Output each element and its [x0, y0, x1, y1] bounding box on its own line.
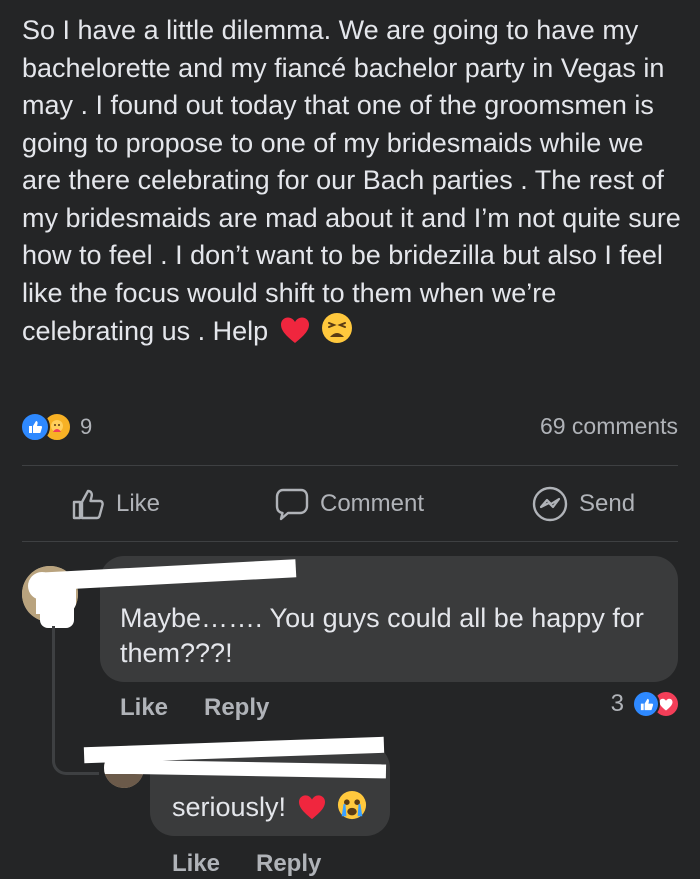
- like-button[interactable]: Like: [70, 480, 160, 528]
- post-action-bar: Like Comment Send: [0, 480, 700, 528]
- crying-face-icon: [337, 790, 367, 829]
- reply-text-row: seriously!: [172, 790, 367, 829]
- reaction-count: 9: [80, 414, 93, 439]
- redacted-avatar-mark: [40, 580, 74, 628]
- divider-bottom: [22, 541, 678, 542]
- reaction-summary[interactable]: 9: [20, 412, 92, 442]
- reply-text: seriously!: [172, 792, 287, 822]
- like-icon: [632, 690, 660, 718]
- red-heart-icon: [298, 794, 326, 829]
- comment-like-button[interactable]: Like: [120, 694, 168, 722]
- comments-count[interactable]: 69 comments: [540, 413, 678, 440]
- comment-reaction-count: 3: [610, 690, 624, 717]
- red-heart-icon: [280, 316, 310, 355]
- send-button-label: Send: [579, 490, 636, 517]
- post-text: So I have a little dilemma. We are going…: [22, 12, 687, 355]
- post-body: So I have a little dilemma. We are going…: [22, 15, 681, 346]
- messenger-icon: [532, 486, 568, 522]
- thumbs-up-icon: [72, 489, 104, 520]
- reply-like-button[interactable]: Like: [172, 850, 220, 878]
- like-icon: [20, 412, 50, 442]
- comment-button-label: Comment: [320, 490, 425, 517]
- weary-face-icon: [321, 312, 353, 355]
- like-button-label: Like: [116, 490, 161, 517]
- reply-reply-button[interactable]: Reply: [256, 850, 321, 878]
- send-button[interactable]: Send: [531, 480, 635, 528]
- comment-reactions[interactable]: 3: [611, 690, 680, 718]
- comment-button[interactable]: Comment: [274, 480, 424, 528]
- comment-text: Maybe……. You guys could all be happy for…: [120, 603, 644, 668]
- comment-reply-button[interactable]: Reply: [204, 694, 269, 722]
- divider-top: [22, 465, 678, 466]
- comment-bubble-icon: [275, 488, 309, 521]
